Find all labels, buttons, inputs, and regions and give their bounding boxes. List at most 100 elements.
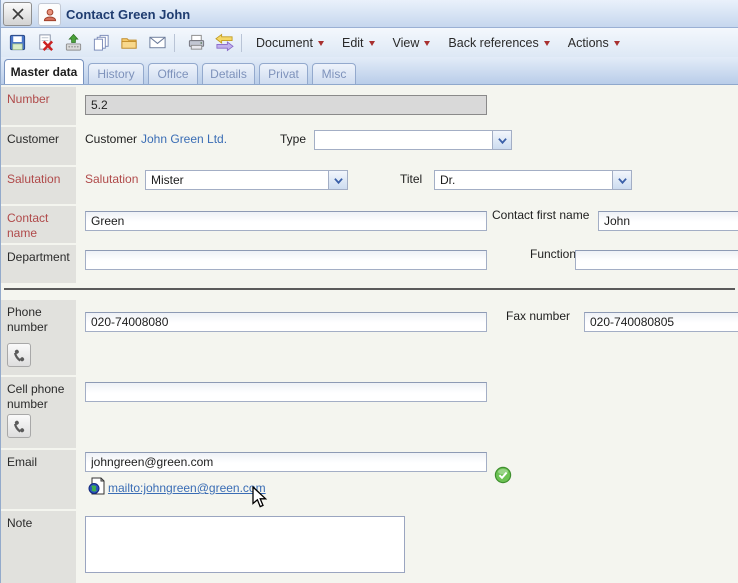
salutation-field-label: Salutation [85,172,138,186]
type-select[interactable] [314,130,512,150]
caret-down-icon [614,41,620,46]
tab-label: Details [210,67,247,81]
note-field[interactable] [85,516,405,573]
menu-actions-label: Actions [568,36,609,50]
contact-first-name-label: Contact first name [492,208,589,222]
type-label: Type [280,132,306,146]
tab-history[interactable]: History [88,63,144,84]
side-label-salutation: Salutation [0,167,76,204]
delete-document-icon [36,33,55,52]
function-label: Function [530,247,576,261]
tab-label: Misc [322,67,347,81]
side-label-email: Email [0,450,76,509]
chevron-down-icon [617,176,628,185]
contact-first-name-field[interactable] [598,211,738,231]
save-icon [8,33,27,52]
chevron-down-icon [333,176,344,185]
transfer-arrows-button[interactable] [212,31,236,55]
side-label-contact-name: Contact name [0,206,76,243]
delete-document-button[interactable] [33,31,57,55]
section-divider [4,288,735,290]
mailto-link[interactable]: mailto:johngreen@green.com [108,481,266,495]
phone-handset-icon [12,419,27,434]
open-folder-icon [120,33,139,52]
save-button[interactable] [5,31,29,55]
title-bar: Contact Green John [0,0,738,28]
email-valid-check-icon [494,466,512,484]
contact-name-field[interactable] [85,211,487,231]
side-label-customer: Customer [0,127,76,165]
titel-select[interactable]: Dr. [434,170,632,190]
archive-import-button[interactable] [61,31,85,55]
function-field[interactable] [575,250,738,270]
fax-number-label: Fax number [506,309,570,323]
tab-label: Office [157,67,188,81]
copy-icon [92,33,111,52]
phone-handset-icon [12,348,27,363]
toolbar-separator [241,34,242,52]
customer-field-label: Customer [85,132,137,146]
menu-back-references[interactable]: Back references [448,36,549,50]
fax-number-field[interactable] [584,312,738,332]
copy-button[interactable] [89,31,113,55]
email-icon [148,33,167,52]
tab-bar: Master data History Office Details Priva… [0,57,738,85]
tab-privat[interactable]: Privat [259,63,308,84]
contact-person-icon [38,3,61,26]
page-title: Contact Green John [66,7,190,22]
side-label-text: Cell phone number [7,382,64,411]
caret-down-icon [318,41,324,46]
print-button[interactable] [184,31,208,55]
menu-actions[interactable]: Actions [568,36,620,50]
close-icon [11,7,25,21]
customer-link[interactable]: John Green Ltd. [141,132,227,146]
tab-label: History [97,67,134,81]
cell-phone-dial-button[interactable] [7,414,31,438]
cell-phone-number-field[interactable] [85,382,487,402]
dropdown-button[interactable] [328,171,347,189]
toolbar-separator [174,34,175,52]
salutation-select[interactable]: Mister [145,170,348,190]
close-button[interactable] [3,2,32,26]
side-label-text: Number [7,92,50,106]
phone-number-field[interactable] [85,312,487,332]
tab-details[interactable]: Details [202,63,255,84]
menu-document-label: Document [256,36,313,50]
chevron-down-icon [497,136,508,145]
toolbar: Document Edit View Back references Actio… [0,28,738,57]
mouse-cursor [252,486,268,510]
window-left-border [0,0,1,583]
tab-office[interactable]: Office [148,63,198,84]
contact-window: Contact Green John [0,0,738,583]
titel-select-value: Dr. [435,173,612,187]
print-icon [187,33,206,52]
department-field[interactable] [85,250,487,270]
mailto-globe-document-icon[interactable] [88,477,105,495]
dropdown-button[interactable] [492,131,511,149]
tab-misc[interactable]: Misc [312,63,356,84]
email-field[interactable] [85,452,487,472]
number-field[interactable] [85,95,487,115]
side-label-text: Department [7,250,70,264]
tab-label: Master data [11,65,78,79]
titel-label: Titel [400,172,422,186]
menu-document[interactable]: Document [256,36,324,50]
phone-dial-button[interactable] [7,343,31,367]
tab-label: Privat [268,67,299,81]
caret-down-icon [544,41,550,46]
side-label-number: Number [0,87,76,125]
menu-edit[interactable]: Edit [342,36,375,50]
menu-view[interactable]: View [393,36,431,50]
side-label-text: Customer [7,132,59,146]
salutation-select-value: Mister [146,173,328,187]
email-button[interactable] [145,31,169,55]
side-label-text: Phone number [7,305,48,334]
menu-view-label: View [393,36,420,50]
caret-down-icon [424,41,430,46]
side-label-note: Note [0,511,76,583]
dropdown-button[interactable] [612,171,631,189]
side-label-text: Note [7,516,32,530]
tab-master-data[interactable]: Master data [4,59,84,84]
open-folder-button[interactable] [117,31,141,55]
menu-back-references-label: Back references [448,36,538,50]
